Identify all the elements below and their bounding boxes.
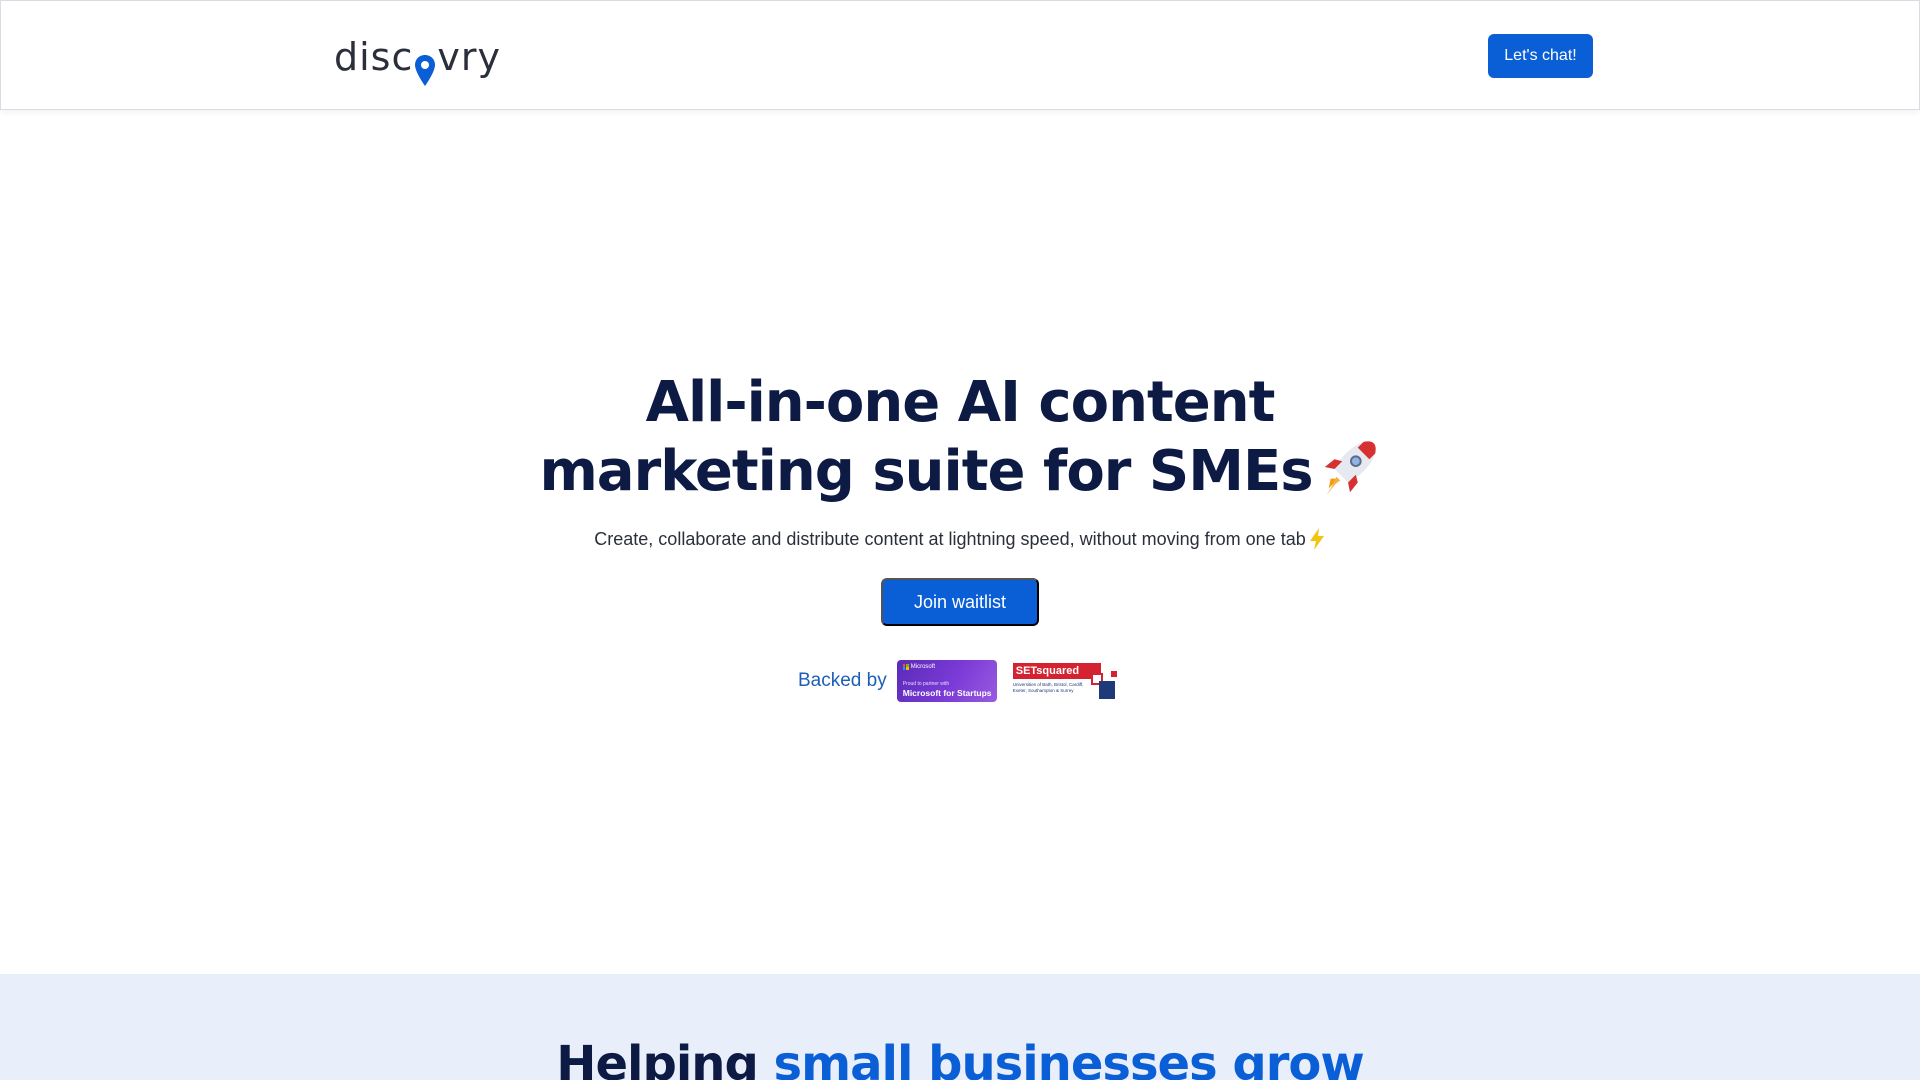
microsoft-badge-title: Microsoft for Startups bbox=[902, 688, 992, 698]
microsoft-brand-row: Microsoft bbox=[902, 664, 936, 670]
setsquared-square-blue bbox=[1098, 681, 1115, 699]
helping-title-plain: Helping bbox=[556, 1036, 774, 1080]
backed-by-label: Backed by bbox=[798, 670, 887, 691]
setsquared-square-red bbox=[1110, 671, 1117, 677]
rocket-icon bbox=[1319, 436, 1381, 498]
discovry-logo[interactable]: disc vry bbox=[334, 29, 501, 86]
lightning-icon bbox=[1308, 528, 1326, 550]
logo-text-end: vry bbox=[437, 35, 501, 79]
location-pin-icon bbox=[414, 53, 436, 87]
hero-subtitle-text: Create, collaborate and distribute conte… bbox=[594, 529, 1306, 549]
hero-subtitle: Create, collaborate and distribute conte… bbox=[0, 528, 1920, 550]
site-header: disc vry Let's chat! bbox=[0, 0, 1920, 110]
join-waitlist-button[interactable]: Join waitlist bbox=[881, 578, 1039, 626]
hero-title-line2: marketing suite for SMEs bbox=[539, 439, 1313, 504]
hero-title: All-in-one AI content marketing suite fo… bbox=[0, 370, 1920, 505]
microsoft-logo-icon bbox=[902, 664, 909, 670]
hero-title-line1: AI content bbox=[939, 370, 1276, 435]
microsoft-brand-text: Microsoft bbox=[910, 664, 936, 670]
lets-chat-button[interactable]: Let's chat! bbox=[1488, 34, 1593, 78]
hero-title-bold: All-in-one bbox=[645, 370, 941, 435]
microsoft-badge-caption: Proud to partner with bbox=[902, 681, 950, 687]
logo-text-start: disc bbox=[334, 35, 414, 79]
microsoft-for-startups-badge: Microsoft Proud to partner with Microsof… bbox=[896, 660, 997, 702]
backed-by-row: Backed by Microsoft Proud to partner wit… bbox=[798, 660, 1117, 702]
helping-section-title: Helping small businesses grow bbox=[0, 1036, 1920, 1080]
helping-section: Helping small businesses grow bbox=[0, 974, 1920, 1080]
setsquared-name: SETsquared bbox=[1012, 663, 1101, 679]
setsquared-badge: SETsquared Universities of Bath, Bristol… bbox=[1012, 663, 1117, 699]
setsquared-universities-text: Universities of Bath, Bristol, Cardiff, … bbox=[1012, 682, 1084, 693]
helping-title-highlight: small businesses grow bbox=[773, 1036, 1365, 1080]
